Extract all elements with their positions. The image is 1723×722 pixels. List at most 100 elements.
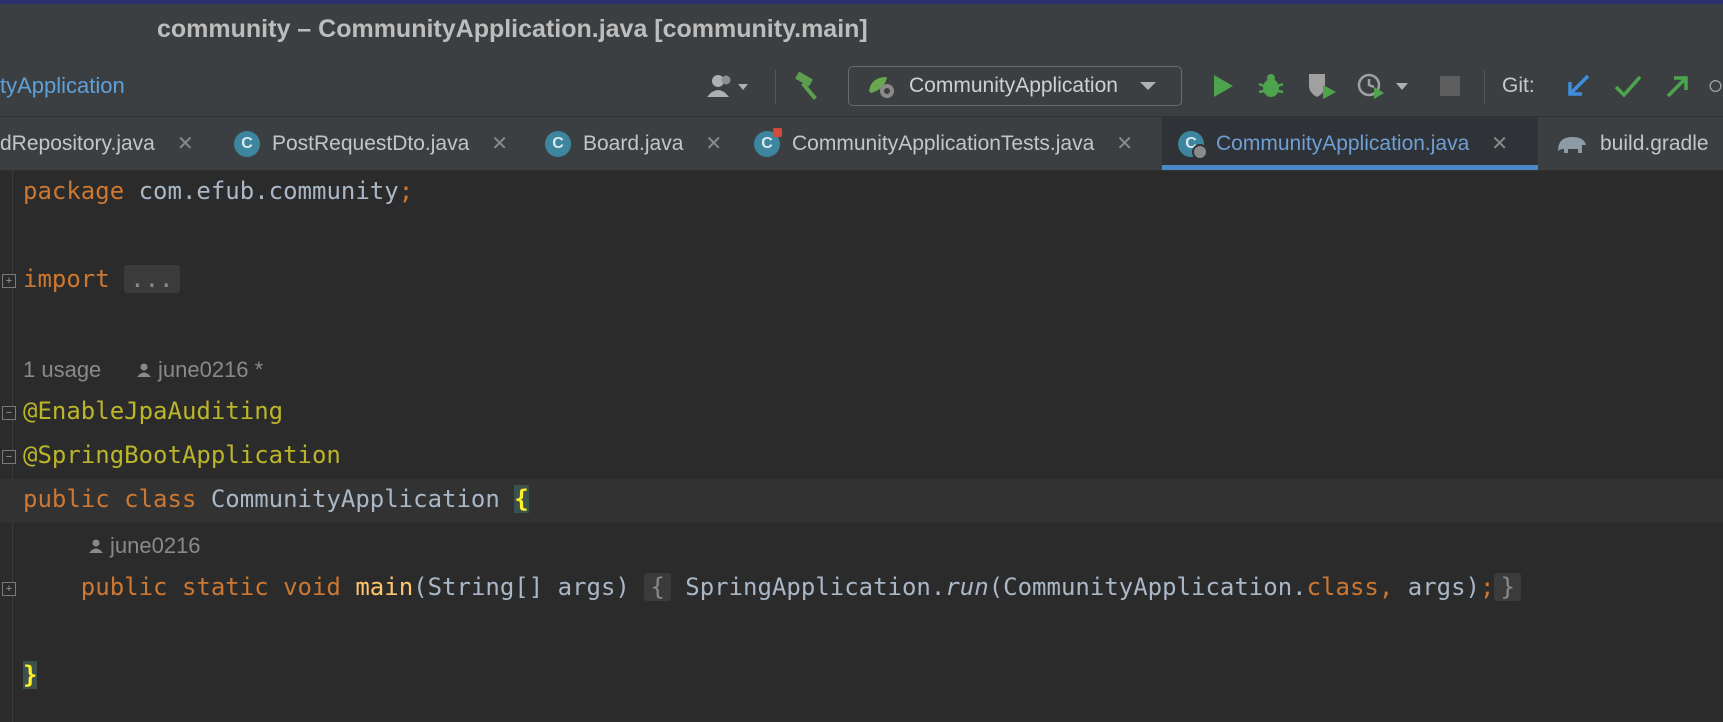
chevron-down-icon <box>1139 82 1156 90</box>
editor-tab-bar: dRepository.java ✕ C PostRequestDto.java… <box>0 117 1723 171</box>
tab-community-application[interactable]: C CommunityApplication.java ✕ <box>1162 117 1538 170</box>
brace: } <box>23 661 38 689</box>
keyword: class <box>1306 573 1379 601</box>
window-title: community – CommunityApplication.java [c… <box>157 15 868 43</box>
play-icon <box>1214 75 1233 97</box>
arrow-up-right-icon <box>1666 76 1688 98</box>
gradle-elephant-icon <box>1558 136 1586 153</box>
toolbar-separator <box>775 70 776 104</box>
git-commit-button[interactable] <box>1610 56 1646 116</box>
build-button[interactable] <box>790 56 830 116</box>
bug-icon <box>1258 74 1284 97</box>
spring-class-icon: C <box>1178 130 1208 160</box>
tab-label: dRepository.java <box>0 131 155 155</box>
tab-repository[interactable]: dRepository.java ✕ <box>0 117 215 170</box>
usage-hint[interactable]: 1 usage <box>23 357 101 383</box>
debug-button[interactable] <box>1253 56 1289 116</box>
code-line[interactable]: } <box>0 655 1723 699</box>
class-name: CommunityApplication <box>196 485 515 513</box>
class-icon: C <box>545 130 571 157</box>
fold-expand-icon[interactable]: + <box>2 582 16 596</box>
git-history-button[interactable] <box>1708 56 1723 116</box>
annotation: @SpringBootApplication <box>23 441 341 469</box>
title-bar: community – CommunityApplication.java [c… <box>0 4 1723 56</box>
folded-imports[interactable]: ... <box>124 265 180 293</box>
fold-collapse-icon[interactable]: − <box>2 450 16 464</box>
folded-brace-open[interactable]: { <box>644 573 671 601</box>
static-method-call: run <box>945 573 989 601</box>
close-icon[interactable]: ✕ <box>491 131 508 156</box>
author-hint[interactable]: june0216 * <box>136 357 263 383</box>
tab-label: CommunityApplicationTests.java <box>792 131 1095 155</box>
tab-label: PostRequestDto.java <box>272 131 470 155</box>
author-name: june0216 * <box>158 357 264 382</box>
git-push-button[interactable] <box>1660 56 1696 116</box>
run-configuration-label: CommunityApplication <box>909 74 1118 97</box>
tab-community-application-tests[interactable]: C CommunityApplicationTests.java ✕ <box>754 117 1174 170</box>
keyword: public static void <box>80 573 341 601</box>
code-line[interactable]: package com.efub.community; <box>0 171 1723 215</box>
arrow-down-left-icon <box>1568 74 1590 96</box>
close-icon[interactable]: ✕ <box>177 131 194 156</box>
tab-label: Board.java <box>583 131 684 155</box>
inlay-hint-line: 1 usage june0216 * <box>0 347 1723 391</box>
keyword: import <box>23 265 110 293</box>
keyword: package <box>23 177 125 205</box>
annotation: @EnableJpaAuditing <box>23 397 284 425</box>
fold-collapse-icon[interactable]: − <box>2 406 16 420</box>
navigation-breadcrumb[interactable]: tyApplication <box>0 73 125 99</box>
close-icon[interactable]: ✕ <box>1491 131 1508 156</box>
code-text: (CommunityApplication. <box>988 573 1307 601</box>
main-toolbar: tyApplication CommunityApplication Git: <box>0 56 1723 117</box>
author-name: june0216 <box>110 533 201 558</box>
clock-icon <box>1709 79 1722 93</box>
tab-build-gradle[interactable]: build.gradle <box>1556 117 1723 170</box>
git-label: Git: <box>1502 74 1535 97</box>
close-icon[interactable]: ✕ <box>705 131 722 156</box>
code-text: args) <box>1393 573 1480 601</box>
close-icon[interactable]: ✕ <box>1116 131 1133 156</box>
parameters: (String[] args) <box>413 573 630 601</box>
person-icon <box>89 539 103 553</box>
package-name: com.efub.community <box>124 177 399 205</box>
tab-board[interactable]: C Board.java ✕ <box>545 117 730 170</box>
shield-run-icon <box>1309 74 1336 99</box>
run-button[interactable] <box>1205 56 1241 116</box>
keyword: public class <box>23 485 197 513</box>
tab-label: CommunityApplication.java <box>1216 131 1470 155</box>
profiler-button[interactable] <box>1355 56 1415 116</box>
semicolon: ; <box>1480 573 1495 601</box>
code-line[interactable]: + import ... <box>0 259 1723 303</box>
code-editor[interactable]: package com.efub.community; + import ...… <box>0 171 1723 722</box>
semicolon: ; <box>398 177 414 205</box>
spring-boot-icon <box>869 77 894 98</box>
tab-label: build.gradle <box>1600 131 1709 155</box>
test-class-icon: C <box>754 127 782 157</box>
person-icon <box>137 363 151 377</box>
checkmark-icon <box>1614 75 1642 98</box>
git-update-button[interactable] <box>1560 56 1596 116</box>
author-hint[interactable]: june0216 <box>88 533 201 559</box>
run-configuration-selector[interactable]: CommunityApplication <box>848 66 1182 106</box>
toolbar-separator <box>1484 70 1485 104</box>
fold-expand-icon[interactable]: + <box>2 274 16 288</box>
tab-post-request-dto[interactable]: C PostRequestDto.java ✕ <box>234 117 519 170</box>
class-icon: C <box>234 130 260 157</box>
method-name: main <box>355 573 414 601</box>
folded-brace-close[interactable]: } <box>1494 573 1521 601</box>
code-line[interactable]: − @SpringBootApplication <box>0 435 1723 479</box>
code-text: SpringApplication. <box>670 573 946 601</box>
vcs-user-button[interactable] <box>702 56 758 116</box>
stop-button[interactable] <box>1430 56 1470 116</box>
coverage-button[interactable] <box>1303 56 1343 116</box>
hammer-icon <box>795 71 817 100</box>
code-line[interactable]: − @EnableJpaAuditing <box>0 391 1723 435</box>
profiler-dropdown-icon <box>1357 73 1408 99</box>
code-line-current[interactable]: public class CommunityApplication { <box>0 479 1723 523</box>
comma: , <box>1378 573 1394 601</box>
user-dropdown-icon <box>707 75 748 97</box>
stop-icon <box>1440 76 1460 96</box>
inlay-hint-line: june0216 <box>0 523 1723 567</box>
code-line[interactable]: + public static void main(String[] args)… <box>0 567 1723 611</box>
